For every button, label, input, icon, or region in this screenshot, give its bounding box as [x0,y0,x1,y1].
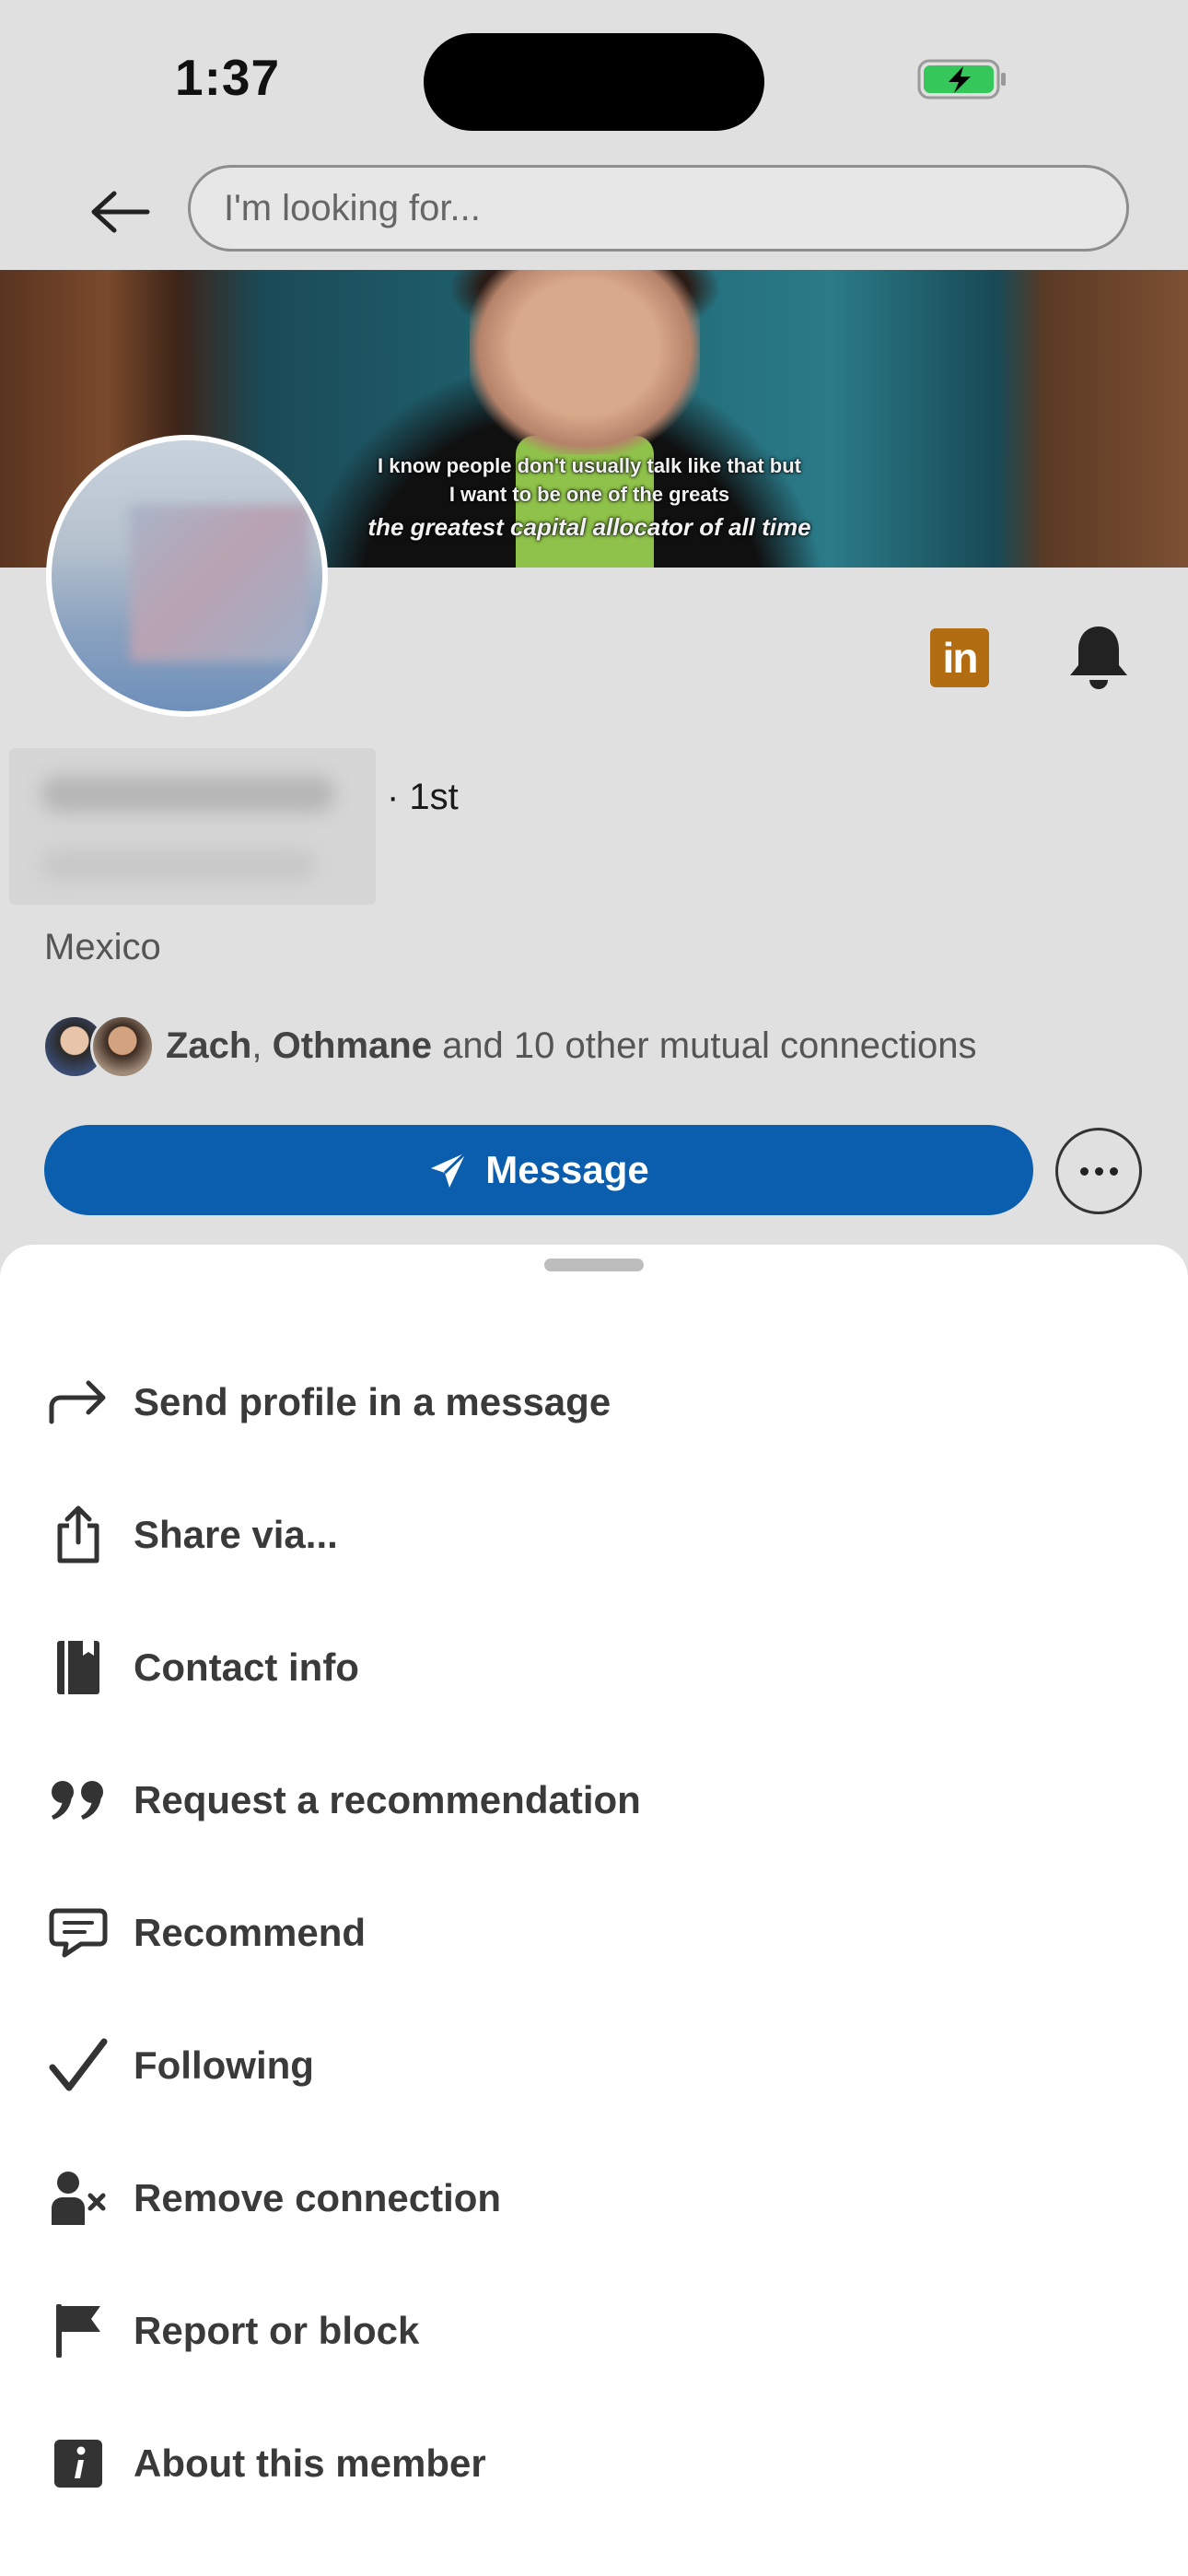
menu-item-share-via[interactable]: Share via... [0,1484,1188,1586]
banner-caption-3: the greatest capital allocator of all ti… [367,513,811,541]
more-dot [1094,1166,1103,1176]
menu-item-label: Report or block [134,2309,420,2352]
back-arrow-icon [91,191,150,233]
sheet-drag-handle[interactable] [544,1259,644,1271]
banner-caption-2: I want to be one of the greats [448,483,730,506]
linkedin-logo-icon[interactable]: in [930,628,989,687]
more-options-button[interactable] [1055,1128,1142,1214]
menu-item-label: Following [134,2043,314,2087]
menu-item-about-member[interactable]: About this member [0,2413,1188,2514]
profile-location: Mexico [44,927,161,967]
contact-book-icon [46,1635,111,1700]
message-button-label: Message [485,1148,649,1191]
menu-item-recommend[interactable]: Recommend [0,1882,1188,1984]
menu-item-send-profile[interactable]: Send profile in a message [0,1352,1188,1453]
menu-item-label: Request a recommendation [134,1778,641,1821]
mutual-avatar-2 [90,1014,155,1079]
search-placeholder: I'm looking for... [224,187,481,228]
menu-item-label: Recommend [134,1911,367,1954]
info-icon [46,2431,111,2496]
quote-icon [46,1768,111,1832]
menu-item-request-recommendation[interactable]: Request a recommendation [0,1750,1188,1851]
message-button[interactable]: Message [44,1125,1033,1215]
menu-item-label: Remove connection [134,2176,502,2219]
flag-icon [46,2299,111,2363]
menu-item-label: About this member [134,2441,486,2485]
search-input[interactable]: I'm looking for... [188,165,1129,252]
menu-item-label: Share via... [134,1513,338,1556]
menu-item-contact-info[interactable]: Contact info [0,1617,1188,1718]
battery-charging-icon [917,59,1006,100]
mutual-rest: and 10 other mutual connections [431,1025,977,1066]
menu-item-label: Send profile in a message [134,1380,611,1423]
menu-item-report-block[interactable]: Report or block [0,2280,1188,2382]
status-time: 1:37 [175,49,281,106]
banner-caption-1: I know people don't usually talk like th… [378,454,801,477]
mutual-separator: , [251,1025,273,1066]
avatar-photo [52,440,322,711]
chat-bubble-icon [46,1901,111,1965]
profile-avatar[interactable] [46,435,328,717]
menu-item-label: Contact info [134,1645,359,1689]
back-button[interactable] [83,175,157,249]
mutual-name-1: Zach [166,1025,252,1066]
profile-name-blurred [9,748,376,905]
action-sheet: Send profile in a message Share via... C… [0,1245,1188,2576]
mutual-name-2: Othmane [272,1025,432,1066]
menu-item-following[interactable]: Following [0,2015,1188,2116]
connection-degree: · 1st [387,777,459,817]
mutual-connections-link[interactable]: Zach, Othmane and 10 other mutual connec… [166,1025,976,1067]
dynamic-island [424,33,764,131]
send-icon [431,1151,468,1188]
bell-icon[interactable] [1066,623,1131,691]
avatar-blur-overlay [130,505,309,662]
share-icon [46,1503,111,1567]
remove-person-icon [46,2166,111,2231]
more-dot [1109,1166,1118,1176]
menu-item-remove-connection[interactable]: Remove connection [0,2148,1188,2249]
more-dot [1079,1166,1089,1176]
checkmark-icon [46,2033,111,2098]
banner-figure-face [470,270,700,454]
share-arrow-icon [46,1370,111,1434]
